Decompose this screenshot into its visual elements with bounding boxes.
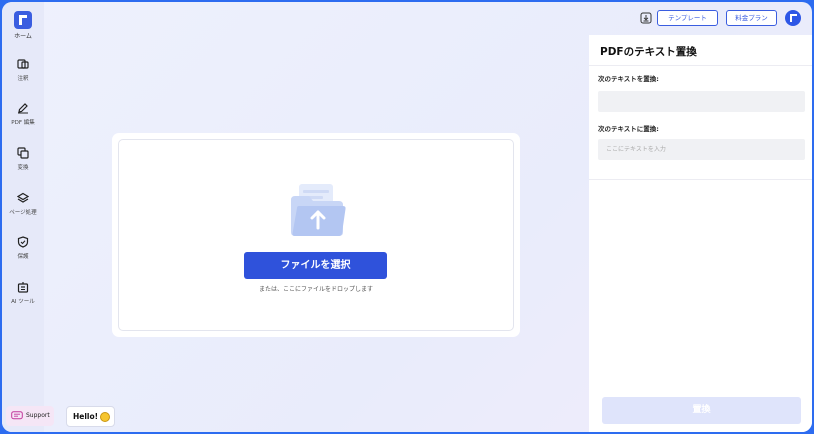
- convert-icon: [17, 147, 29, 159]
- replace-text-input[interactable]: ここにテキストを入力: [598, 139, 805, 160]
- edit-pen-icon: [18, 103, 28, 114]
- sidebar-item-label: AI ツール: [11, 299, 35, 305]
- sidebar-item-label: ページ処理: [9, 210, 37, 216]
- chat-icon: [11, 411, 23, 420]
- divider: [589, 65, 812, 66]
- sidebar-item-protect[interactable]: 保護: [2, 236, 44, 260]
- shield-icon: [17, 236, 29, 248]
- sidebar-item-convert[interactable]: 変換: [2, 147, 44, 171]
- pages-layers-icon: [17, 192, 29, 203]
- sidebar-item-label: 変換: [17, 165, 29, 171]
- find-text-label: 次のテキストを置換:: [598, 75, 659, 83]
- sidebar-home-label[interactable]: ホーム: [2, 31, 44, 40]
- folder-upload-icon: [291, 184, 346, 236]
- smile-emoji-icon: [100, 412, 110, 422]
- sidebar-item-pdf-edit[interactable]: PDF 編集: [2, 102, 44, 126]
- drop-hint-text: または、ここにファイルをドロップします: [258, 286, 373, 293]
- sidebar-item-label: PDF 編集: [11, 120, 35, 126]
- support-button[interactable]: Support: [6, 406, 54, 426]
- sidebar-item-label: 保護: [17, 254, 29, 260]
- annotate-icon: [17, 59, 29, 69]
- panel-title: PDFのテキスト置換: [600, 46, 697, 58]
- replace-text-label: 次のテキストに置換:: [598, 125, 659, 133]
- hello-chat-bubble[interactable]: Hello!: [66, 406, 115, 427]
- file-drop-zone[interactable]: ファイルを選択 または、ここにファイルをドロップします: [118, 139, 514, 331]
- download-icon[interactable]: [640, 12, 652, 24]
- replace-text-panel: PDFのテキスト置換 次のテキストを置換: 次のテキストに置換: ここにテキスト…: [589, 35, 812, 432]
- file-drop-card: ファイルを選択 または、ここにファイルをドロップします: [112, 133, 520, 337]
- template-button[interactable]: テンプレート: [657, 10, 718, 26]
- sidebar-item-annotate[interactable]: 注釈: [2, 58, 44, 82]
- divider: [589, 179, 812, 180]
- sidebar-item-label: 注釈: [17, 76, 29, 82]
- app-logo-icon[interactable]: [14, 11, 32, 29]
- pricing-button[interactable]: 料金プラン: [726, 10, 777, 26]
- select-file-button[interactable]: ファイルを選択: [244, 252, 387, 279]
- ai-tools-icon: [17, 282, 29, 293]
- sidebar: ホーム 注釈 PDF 編集 変換 ページ処理 保護 AI ツール: [2, 2, 44, 432]
- support-label: Support: [26, 412, 50, 419]
- find-text-input[interactable]: [598, 91, 805, 112]
- top-bar: テンプレート 料金プラン: [44, 2, 812, 35]
- sidebar-item-pages[interactable]: ページ処理: [2, 192, 44, 216]
- hello-label: Hello!: [73, 412, 99, 421]
- user-avatar-icon[interactable]: [785, 10, 801, 26]
- sidebar-item-ai-tools[interactable]: AI ツール: [2, 281, 44, 305]
- app-window: ホーム 注釈 PDF 編集 変換 ページ処理 保護 AI ツール テンプレート …: [2, 2, 812, 432]
- replace-button[interactable]: 置換: [602, 397, 801, 424]
